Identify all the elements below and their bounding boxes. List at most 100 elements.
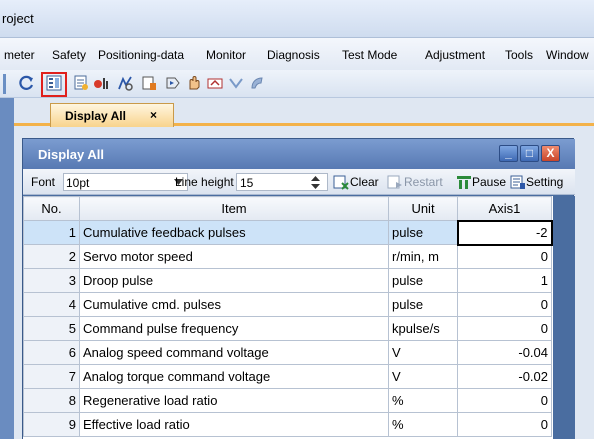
app-titlebar: roject xyxy=(0,0,594,38)
io-monitor-icon[interactable] xyxy=(93,75,109,91)
table-row[interactable]: 6 Analog speed command voltage V -0.04 xyxy=(23,340,552,365)
row-item: Servo motor speed xyxy=(79,244,389,269)
close-icon: X xyxy=(546,146,555,160)
font-select-value: 10pt xyxy=(66,176,90,190)
motor-drive-icon[interactable] xyxy=(228,75,244,91)
row-number: 3 xyxy=(23,268,80,293)
row-unit: % xyxy=(388,412,458,437)
spin-arrows-icon[interactable] xyxy=(311,176,320,189)
alarm-display-icon[interactable] xyxy=(117,75,133,91)
row-unit: V xyxy=(388,364,458,389)
minimize-button[interactable]: _ xyxy=(499,145,518,162)
row-axis1-value[interactable]: -0.02 xyxy=(457,364,552,389)
row-axis1-value[interactable]: 0 xyxy=(457,388,552,413)
clear-button[interactable]: Clear xyxy=(350,175,379,189)
menu-safety[interactable]: Safety xyxy=(52,48,86,62)
close-button[interactable]: X xyxy=(541,145,560,162)
row-unit: V xyxy=(388,340,458,365)
table-row[interactable]: 4 Cumulative cmd. pulses pulse 0 xyxy=(23,292,552,317)
row-number: 6 xyxy=(23,340,80,365)
row-number: 5 xyxy=(23,316,80,341)
menu-adjustment[interactable]: Adjustment xyxy=(425,48,485,62)
row-number: 9 xyxy=(23,412,80,437)
table-row[interactable]: 3 Droop pulse pulse 1 xyxy=(23,268,552,293)
row-unit: pulse xyxy=(388,268,458,293)
row-number: 2 xyxy=(23,244,80,269)
column-header-no[interactable]: No. xyxy=(23,196,80,221)
jog-icon[interactable] xyxy=(186,75,202,91)
column-header-unit[interactable]: Unit xyxy=(388,196,458,221)
restart-button[interactable]: Restart xyxy=(404,175,443,189)
table-row[interactable]: 5 Command pulse frequency kpulse/s 0 xyxy=(23,316,552,341)
line-height-label: Line height xyxy=(175,175,234,189)
row-item: Analog speed command voltage xyxy=(79,340,389,365)
row-item: Cumulative feedback pulses xyxy=(79,220,389,245)
table-header-row: No. Item Unit Axis1 xyxy=(23,196,552,221)
row-axis1-value[interactable]: 0 xyxy=(457,412,552,437)
menu-monitor[interactable]: Monitor xyxy=(206,48,246,62)
tab-display-all-label: Display All xyxy=(65,109,126,123)
pause-button[interactable]: Pause xyxy=(472,175,506,189)
monitor-grid: No. Item Unit Axis1 1 Cumulative feedbac… xyxy=(23,196,553,439)
menu-bar: meter Safety Positioning-data Monitor Di… xyxy=(0,38,594,70)
row-item: Effective load ratio xyxy=(79,412,389,437)
test-operation-icon[interactable] xyxy=(165,75,181,91)
app-title: roject xyxy=(2,11,34,26)
menu-test-mode[interactable]: Test Mode xyxy=(342,48,397,62)
row-item: Droop pulse xyxy=(79,268,389,293)
row-number: 7 xyxy=(23,364,80,389)
main-toolbar xyxy=(0,70,594,98)
row-number: 8 xyxy=(23,388,80,413)
menu-positioning-data[interactable]: Positioning-data xyxy=(98,48,184,62)
maximize-button[interactable]: □ xyxy=(520,145,539,162)
window-titlebar: Display All _ □ X xyxy=(23,139,575,169)
line-height-value: 15 xyxy=(240,176,254,190)
column-header-item[interactable]: Item xyxy=(79,196,389,221)
vertical-scrollbar[interactable] xyxy=(553,196,575,439)
minimize-icon: _ xyxy=(505,146,512,160)
table-row[interactable]: 1 Cumulative feedback pulses pulse -2 xyxy=(23,219,553,246)
font-select[interactable]: 10pt xyxy=(63,173,188,191)
table-row[interactable]: 2 Servo motor speed r/min, m 0 xyxy=(23,244,552,269)
row-axis1-value[interactable]: 0 xyxy=(457,292,552,317)
monitor-graph-icon[interactable] xyxy=(73,75,89,91)
menu-tools[interactable]: Tools xyxy=(505,48,533,62)
row-unit: kpulse/s xyxy=(388,316,458,341)
row-axis1-value[interactable]: -2 xyxy=(456,219,553,246)
pause-icon[interactable] xyxy=(456,174,472,190)
clear-icon[interactable] xyxy=(333,174,349,190)
positioning-icon[interactable] xyxy=(207,75,223,91)
row-axis1-value[interactable]: 1 xyxy=(457,268,552,293)
refresh-icon[interactable] xyxy=(19,75,35,91)
row-item: Cumulative cmd. pulses xyxy=(79,292,389,317)
tab-display-all[interactable]: Display All × xyxy=(50,103,174,127)
toolbar-separator xyxy=(3,74,6,94)
monitor-table: No. Item Unit Axis1 1 Cumulative feedbac… xyxy=(23,196,553,437)
row-axis1-value[interactable]: 0 xyxy=(457,244,552,269)
row-unit: r/min, m xyxy=(388,244,458,269)
font-label: Font xyxy=(31,175,56,189)
row-unit: pulse xyxy=(388,292,458,317)
menu-diagnosis[interactable]: Diagnosis xyxy=(267,48,320,62)
machine-analyzer-icon[interactable] xyxy=(249,75,265,91)
table-row[interactable]: 7 Analog torque command voltage V -0.02 xyxy=(23,364,552,389)
row-axis1-value[interactable]: 0 xyxy=(457,316,552,341)
table-row[interactable]: 9 Effective load ratio % 0 xyxy=(23,412,552,437)
row-item: Command pulse frequency xyxy=(79,316,389,341)
restart-icon xyxy=(387,175,402,189)
row-item: Regenerative load ratio xyxy=(79,388,389,413)
menu-parameter[interactable]: meter xyxy=(4,48,35,62)
setting-button[interactable]: Setting xyxy=(526,175,563,189)
row-axis1-value[interactable]: -0.04 xyxy=(457,340,552,365)
row-number: 4 xyxy=(23,292,80,317)
setting-icon[interactable] xyxy=(510,174,526,190)
row-unit: pulse xyxy=(388,220,458,245)
display-all-highlight-box xyxy=(41,72,67,97)
maximize-icon: □ xyxy=(525,146,534,160)
drive-recorder-icon[interactable] xyxy=(141,75,157,91)
menu-window[interactable]: Window xyxy=(546,48,589,62)
table-row[interactable]: 8 Regenerative load ratio % 0 xyxy=(23,388,552,413)
line-height-stepper[interactable]: 15 xyxy=(236,173,328,191)
tab-close-icon[interactable]: × xyxy=(150,108,157,122)
column-header-axis1[interactable]: Axis1 xyxy=(457,196,552,221)
